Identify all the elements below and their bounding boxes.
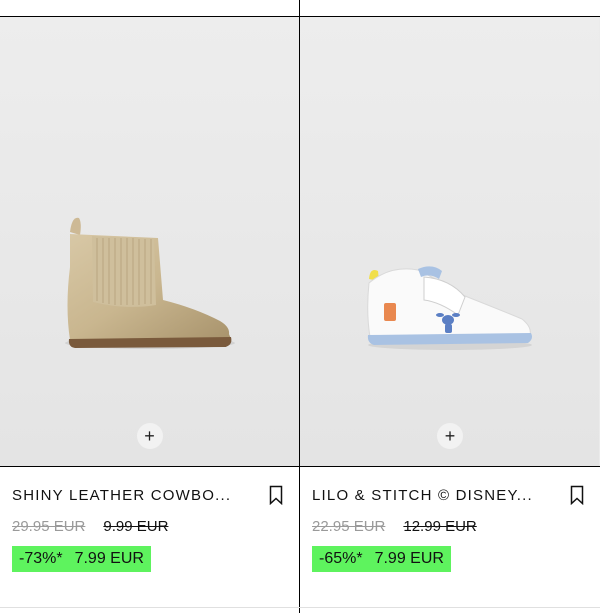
- product-card[interactable]: + SHINY LEATHER COWBO... 29.95 EUR 9.99 …: [0, 17, 300, 613]
- price-history: 29.95 EUR 9.99 EUR: [12, 518, 287, 536]
- next-row-divider: [0, 607, 600, 608]
- product-grid: + SHINY LEATHER COWBO... 29.95 EUR 9.99 …: [0, 17, 600, 613]
- bookmark-icon[interactable]: [269, 485, 283, 505]
- sale-badge: -73%* 7.99 EUR: [12, 546, 151, 572]
- quick-add-button[interactable]: +: [136, 423, 163, 449]
- sneaker-image: [300, 17, 599, 466]
- product-image[interactable]: +: [0, 17, 299, 467]
- previous-row-strip: [0, 0, 600, 17]
- plus-icon: +: [444, 426, 456, 446]
- sale-badge: -65%* 7.99 EUR: [312, 546, 451, 572]
- product-card[interactable]: + LILO & STITCH © DISNEY... 22.95 EUR 12…: [300, 17, 600, 613]
- product-name[interactable]: SHINY LEATHER COWBO...: [12, 487, 231, 504]
- original-price: 22.95 EUR: [312, 518, 386, 535]
- product-image[interactable]: +: [300, 17, 600, 467]
- current-price: 7.99 EUR: [374, 550, 444, 567]
- column-divider: [299, 0, 300, 16]
- previous-price: 12.99 EUR: [403, 518, 477, 535]
- discount-percent: -73%*: [19, 550, 63, 567]
- previous-price: 9.99 EUR: [103, 518, 169, 535]
- product-name[interactable]: LILO & STITCH © DISNEY...: [312, 487, 533, 504]
- original-price: 29.95 EUR: [12, 518, 86, 535]
- quick-add-button[interactable]: +: [437, 423, 463, 449]
- cowboy-boot-image: [0, 17, 299, 466]
- bookmark-icon[interactable]: [570, 485, 584, 505]
- discount-percent: -65%*: [319, 550, 363, 567]
- plus-icon: +: [144, 426, 155, 446]
- current-price: 7.99 EUR: [74, 550, 144, 567]
- price-history: 22.95 EUR 12.99 EUR: [312, 518, 588, 536]
